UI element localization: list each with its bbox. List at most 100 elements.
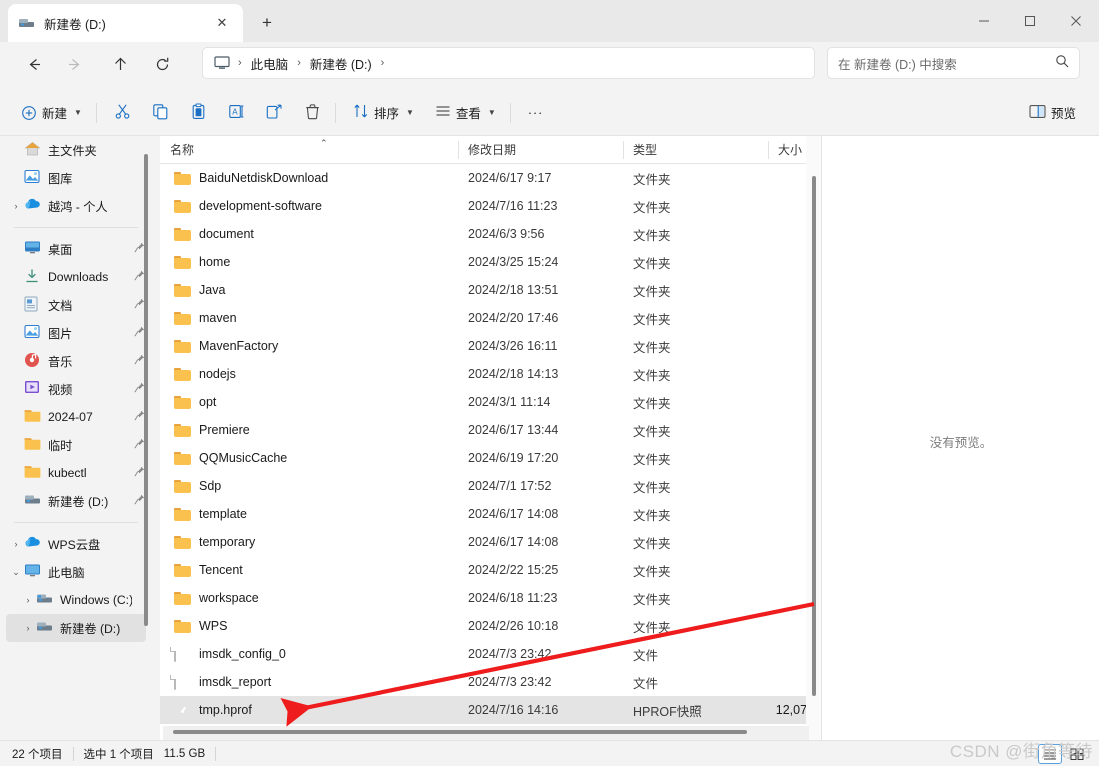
table-row[interactable]: opt 2024/3/1 11:14 文件夹 bbox=[160, 388, 820, 416]
table-row[interactable]: imsdk_report 2024/7/3 23:42 文件 bbox=[160, 668, 820, 696]
chevron-down-icon[interactable]: ⌄ bbox=[8, 558, 24, 586]
file-rows[interactable]: BaiduNetdiskDownload 2024/6/17 9:17 文件夹 dev… bbox=[160, 164, 820, 724]
sidebar-item-label: 文档 bbox=[48, 299, 73, 313]
sort-ascending-icon: ⌃ bbox=[320, 137, 328, 148]
back-button[interactable] bbox=[17, 47, 51, 81]
sidebar-item-新建卷d[interactable]: 新建卷 (D:) bbox=[6, 487, 146, 515]
sidebar-item-主文件夹[interactable]: 主文件夹 bbox=[6, 136, 146, 164]
horizontal-scrollbar-thumb[interactable] bbox=[173, 730, 747, 734]
folder-icon bbox=[174, 283, 191, 298]
table-row[interactable]: BaiduNetdiskDownload 2024/6/17 9:17 文件夹 bbox=[160, 164, 820, 192]
table-row[interactable]: home 2024/3/25 15:24 文件夹 bbox=[160, 248, 820, 276]
browser-tab[interactable]: 新建卷 (D:) ✕ bbox=[8, 4, 243, 42]
table-row[interactable]: template 2024/6/17 14:08 文件夹 bbox=[160, 500, 820, 528]
new-tab-button[interactable]: + bbox=[254, 10, 280, 36]
breadcrumb[interactable]: › 此电脑 › 新建卷 (D:) › bbox=[202, 47, 815, 79]
refresh-button[interactable] bbox=[145, 47, 179, 81]
column-headers: 名称 ⌃ 修改日期 类型 大小 bbox=[160, 136, 820, 164]
status-selection: 选中 1 个项目 bbox=[83, 748, 154, 761]
table-row[interactable]: Java 2024/2/18 13:51 文件夹 bbox=[160, 276, 820, 304]
table-row[interactable]: Tencent 2024/2/22 15:25 文件夹 bbox=[160, 556, 820, 584]
file-date-cell: 2024/6/18 11:23 bbox=[468, 591, 558, 605]
sidebar-item-新建卷d[interactable]: › 新建卷 (D:) bbox=[6, 614, 146, 642]
table-row[interactable]: Sdp 2024/7/1 17:52 文件夹 bbox=[160, 472, 820, 500]
rename-button[interactable]: A bbox=[219, 97, 254, 129]
table-row[interactable]: WPS 2024/2/26 10:18 文件夹 bbox=[160, 612, 820, 640]
column-header-date[interactable]: 修改日期 bbox=[458, 136, 623, 164]
breadcrumb-separator[interactable]: › bbox=[378, 57, 388, 69]
table-row[interactable]: workspace 2024/6/18 11:23 文件夹 bbox=[160, 584, 820, 612]
table-row[interactable]: MavenFactory 2024/3/26 16:11 文件夹 bbox=[160, 332, 820, 360]
column-header-type[interactable]: 类型 bbox=[623, 136, 768, 164]
table-row[interactable]: maven 2024/2/20 17:46 文件夹 bbox=[160, 304, 820, 332]
folder-icon bbox=[174, 367, 191, 382]
minimize-button[interactable] bbox=[961, 0, 1007, 42]
view-icon bbox=[435, 103, 451, 122]
table-row[interactable]: nodejs 2024/2/18 14:13 文件夹 bbox=[160, 360, 820, 388]
sort-button[interactable]: 排序 ▼ bbox=[344, 97, 423, 129]
more-options-button[interactable]: ··· bbox=[519, 97, 553, 129]
breadcrumb-item-this-pc[interactable]: 此电脑 bbox=[245, 51, 295, 76]
paste-icon bbox=[190, 103, 207, 123]
sidebar-item-windowsc[interactable]: › Windows (C:) bbox=[6, 586, 146, 614]
share-button[interactable] bbox=[257, 97, 292, 129]
maximize-button[interactable] bbox=[1007, 0, 1053, 42]
folder-icon bbox=[174, 171, 191, 186]
file-date-cell: 2024/6/17 13:44 bbox=[468, 423, 559, 437]
delete-button[interactable] bbox=[295, 97, 330, 129]
preview-pane-button[interactable]: 预览 bbox=[1020, 97, 1085, 129]
sidebar-item-wps云盘[interactable]: › WPS云盘 bbox=[6, 530, 146, 558]
file-list-scrollbar-thumb[interactable] bbox=[812, 176, 816, 696]
sidebar-item-downloads[interactable]: Downloads bbox=[6, 263, 146, 291]
sidebar-item-label: 图片 bbox=[48, 327, 73, 341]
sidebar-item-此电脑[interactable]: ⌄ 此电脑 bbox=[6, 558, 146, 586]
sidebar-item-kubectl[interactable]: kubectl bbox=[6, 459, 146, 487]
large-icons-view-icon[interactable] bbox=[1065, 744, 1089, 764]
status-bar: 22 个项目 选中 1 个项目 11.5 GB bbox=[0, 740, 1099, 766]
new-button[interactable]: 新建 ▼ bbox=[12, 97, 91, 129]
table-row[interactable]: tmp.hprof 2024/7/16 14:16 HPROF快照 12,071 bbox=[160, 696, 820, 724]
preview-pane: 没有预览。 bbox=[821, 136, 1099, 740]
file-name-cell: workspace bbox=[160, 591, 458, 606]
sidebar-item-桌面[interactable]: 桌面 bbox=[6, 235, 146, 263]
paste-button[interactable] bbox=[181, 97, 216, 129]
sidebar-item-文档[interactable]: 文档 bbox=[6, 291, 146, 319]
breadcrumb-item-drive-d[interactable]: 新建卷 (D:) bbox=[304, 51, 378, 76]
close-window-button[interactable] bbox=[1053, 0, 1099, 42]
sidebar-item-临时[interactable]: 临时 bbox=[6, 431, 146, 459]
chevron-right-icon[interactable]: › bbox=[8, 192, 24, 220]
search-input[interactable]: 在 新建卷 (D:) 中搜索 bbox=[827, 47, 1080, 79]
view-button[interactable]: 查看 ▼ bbox=[426, 97, 505, 129]
table-row[interactable]: QQMusicCache 2024/6/19 17:20 文件夹 bbox=[160, 444, 820, 472]
file-name-cell: Sdp bbox=[160, 479, 458, 494]
sidebar-item-图库[interactable]: 图库 bbox=[6, 164, 146, 192]
details-view-icon[interactable] bbox=[1038, 743, 1062, 764]
table-row[interactable]: Premiere 2024/6/17 13:44 文件夹 bbox=[160, 416, 820, 444]
table-row[interactable]: document 2024/6/3 9:56 文件夹 bbox=[160, 220, 820, 248]
table-row[interactable]: imsdk_config_0 2024/7/3 23:42 文件 bbox=[160, 640, 820, 668]
table-row[interactable]: development-software 2024/7/16 11:23 文件夹 bbox=[160, 192, 820, 220]
up-button[interactable] bbox=[103, 47, 137, 81]
table-row[interactable]: temporary 2024/6/17 14:08 文件夹 bbox=[160, 528, 820, 556]
file-name-cell: Premiere bbox=[160, 423, 458, 438]
chevron-right-icon[interactable]: › bbox=[20, 614, 36, 642]
column-header-name-label: 名称 bbox=[170, 142, 195, 157]
cut-button[interactable] bbox=[105, 97, 140, 129]
file-name-label: tmp.hprof bbox=[199, 703, 252, 717]
sidebar-item-音乐[interactable]: 音乐 bbox=[6, 347, 146, 375]
sidebar-item-2024-07[interactable]: 2024-07 bbox=[6, 403, 146, 431]
breadcrumb-separator: › bbox=[238, 57, 242, 69]
chevron-right-icon[interactable]: › bbox=[8, 530, 24, 558]
copy-button[interactable] bbox=[143, 97, 178, 129]
navigation-sidebar[interactable]: 主文件夹 图库 › 越鸿 - 个人 桌面 Downloads 文档图片音乐 视频 2024-07… bbox=[0, 136, 152, 740]
file-date-cell: 2024/2/18 13:51 bbox=[468, 283, 559, 297]
column-header-name[interactable]: 名称 ⌃ bbox=[160, 136, 458, 164]
sidebar-item-越鸿-个人[interactable]: › 越鸿 - 个人 bbox=[6, 192, 146, 220]
close-tab-button[interactable]: ✕ bbox=[211, 12, 233, 34]
home-icon bbox=[24, 141, 42, 159]
file-name-cell: maven bbox=[160, 311, 458, 326]
sidebar-item-图片[interactable]: 图片 bbox=[6, 319, 146, 347]
chevron-right-icon[interactable]: › bbox=[20, 586, 36, 614]
sidebar-item-视频[interactable]: 视频 bbox=[6, 375, 146, 403]
sidebar-scrollbar-thumb[interactable] bbox=[144, 154, 148, 626]
